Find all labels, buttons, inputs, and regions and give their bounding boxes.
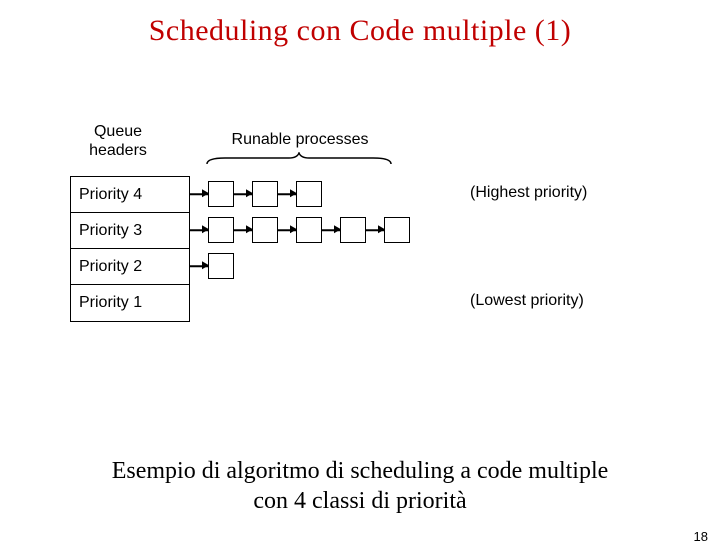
- arrow-icon: [366, 229, 384, 231]
- slide-caption: Esempio di algoritmo di scheduling a cod…: [0, 456, 720, 516]
- page-number: 18: [694, 529, 708, 544]
- queue-headers-label-line1: Queue: [94, 123, 142, 140]
- priority-label: Priority 4: [79, 186, 142, 204]
- arrow-icon: [234, 193, 252, 195]
- process-box: [252, 217, 278, 243]
- queue-row: Priority 3: [71, 213, 189, 249]
- arrow-icon: [278, 193, 296, 195]
- arrow-icon: [322, 229, 340, 231]
- process-box: [208, 253, 234, 279]
- scheduling-diagram: Queue headers Runable processes Priority…: [70, 124, 630, 374]
- arrow-icon: [278, 229, 296, 231]
- arrow-icon: [190, 229, 208, 231]
- process-box: [208, 217, 234, 243]
- caption-line2: con 4 classi di priorità: [253, 488, 466, 514]
- process-box: [208, 181, 234, 207]
- arrow-icon: [234, 229, 252, 231]
- arrow-icon: [190, 265, 208, 267]
- process-box: [296, 217, 322, 243]
- process-box: [384, 217, 410, 243]
- priority-note: (Highest priority): [470, 184, 587, 202]
- arrow-icon: [190, 193, 208, 195]
- queue-row: Priority 1: [71, 285, 189, 321]
- caption-line1: Esempio di algoritmo di scheduling a cod…: [112, 458, 609, 484]
- priority-label: Priority 1: [79, 294, 142, 312]
- slide-title: Scheduling con Code multiple (1): [0, 14, 720, 48]
- process-box: [340, 217, 366, 243]
- process-box: [296, 181, 322, 207]
- queue-row: Priority 2: [71, 249, 189, 285]
- priority-note: (Lowest priority): [470, 292, 584, 310]
- priority-label: Priority 2: [79, 258, 142, 276]
- queue-headers-label: Queue headers: [58, 122, 178, 160]
- brace-icon: [205, 152, 393, 166]
- priority-label: Priority 3: [79, 222, 142, 240]
- queue-row: Priority 4: [71, 177, 189, 213]
- runable-processes-label: Runable processes: [210, 130, 390, 149]
- queue-header-table: Priority 4 Priority 3 Priority 2 Priorit…: [70, 176, 190, 322]
- process-box: [252, 181, 278, 207]
- queue-headers-label-line2: headers: [89, 142, 147, 159]
